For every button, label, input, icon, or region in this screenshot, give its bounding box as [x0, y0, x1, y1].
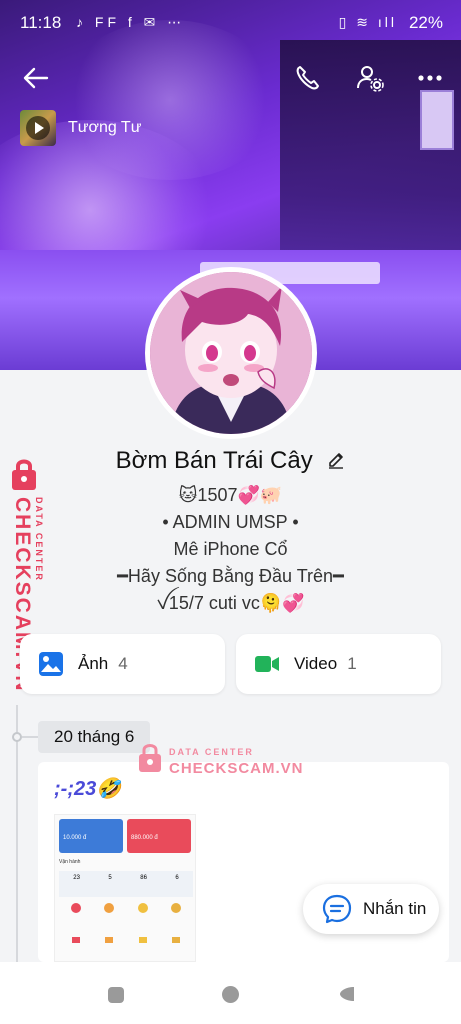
- music-title: Tương Tư: [68, 119, 142, 136]
- profile-name: Bờm Bán Trái Cây: [115, 447, 313, 474]
- profile-bio: 🐱1507💞🐖 • ADMIN UMSP • Mê iPhone Cổ ━Hãy…: [0, 482, 461, 617]
- post-image-stat: 86: [140, 875, 147, 881]
- cover-sign: [420, 90, 454, 150]
- profile-screen: 11:18 ♪ FF f ✉ ⋯ ▯ ≋ ıll 22% Tương Tư Bờ…: [0, 0, 461, 1024]
- post-image-shortcuts: [59, 903, 193, 913]
- status-bar: 11:18 ♪ FF f ✉ ⋯ ▯ ≋ ıll 22%: [0, 0, 461, 46]
- timeline-connector: [22, 736, 38, 738]
- photo-icon: [38, 651, 64, 677]
- notification-icons: ♪ FF f ✉ ⋯: [76, 14, 186, 30]
- message-button-label: Nhắn tin: [363, 899, 427, 918]
- battery-level: 22%: [408, 13, 443, 32]
- shortcut-icon: [71, 937, 80, 943]
- video-icon: [254, 651, 280, 677]
- avatar[interactable]: [145, 267, 317, 439]
- post-image-stat: 23: [73, 875, 80, 881]
- videos-label: Video: [294, 654, 338, 673]
- bio-line: ꪜ15/7 cuti vc🫠💞: [156, 593, 305, 613]
- profile-music[interactable]: Tương Tư: [20, 110, 141, 146]
- shortcut-icon: [172, 937, 181, 943]
- shortcut-icon: [138, 937, 147, 943]
- watermark-tag: DATA CENTER: [169, 747, 254, 757]
- bio-line: • ADMIN UMSP •: [162, 512, 299, 532]
- post-image-stat: 5: [108, 875, 112, 881]
- post-image-revenue-card: 880.000 đ: [127, 819, 191, 853]
- post-image[interactable]: 10.000 đ 880.000 đ Vận hành 23 5 86 6: [54, 814, 196, 962]
- timeline-line: [16, 705, 18, 965]
- nav-back-icon[interactable]: [338, 985, 356, 1003]
- shortcut-icon: [171, 903, 182, 913]
- lock-icon: [138, 742, 162, 774]
- back-arrow-icon[interactable]: [20, 62, 52, 94]
- shortcut-icon: [104, 903, 115, 913]
- shortcut-icon: [105, 937, 114, 943]
- lock-icon: [6, 457, 50, 491]
- profile-name-row: Bờm Bán Trái Cây: [0, 447, 461, 475]
- bio-line: 🐱1507💞🐖: [178, 485, 283, 505]
- watermark-center: DATA CENTER CHECKSCAM.VN: [138, 740, 303, 780]
- music-thumbnail: [20, 110, 56, 146]
- phone-icon[interactable]: [292, 62, 324, 94]
- shortcut-icon: [137, 903, 148, 913]
- photos-card[interactable]: Ảnh 4: [20, 634, 225, 694]
- timeline-dot: [12, 732, 22, 742]
- bio-line: Mê iPhone Cổ: [173, 539, 288, 559]
- photos-label: Ảnh: [78, 654, 109, 673]
- watermark-brand: CHECKSCAM.VN: [169, 760, 304, 777]
- post-image-stats: 23 5 86 6: [59, 871, 193, 897]
- status-time: 11:18: [20, 13, 62, 32]
- signal-icons: ▯ ≋ ıll: [338, 14, 397, 30]
- videos-card[interactable]: Video 1: [236, 634, 441, 694]
- message-button[interactable]: Nhắn tin: [303, 884, 439, 934]
- more-icon[interactable]: [414, 62, 446, 94]
- watermark-tag: DATA CENTER: [34, 497, 44, 582]
- shortcut-icon: [70, 903, 81, 913]
- photos-count: 4: [118, 654, 128, 673]
- avatar-image: [150, 272, 312, 434]
- post-image-section-title: Vận hành: [59, 859, 81, 865]
- videos-count: 1: [347, 654, 357, 673]
- edit-pencil-icon[interactable]: [327, 448, 345, 469]
- play-icon: [26, 116, 50, 140]
- post-caption: ;-;23🤣: [54, 778, 122, 800]
- recent-apps-icon[interactable]: [108, 987, 124, 1003]
- timeline-date: 20 tháng 6: [38, 721, 151, 753]
- post-image-balance-card: 10.000 đ: [59, 819, 123, 853]
- post-image-stat: 6: [175, 875, 179, 881]
- chat-bubble-icon: [321, 893, 353, 925]
- bio-line: ━Hãy Sống Bằng Đầu Trên━: [117, 566, 344, 586]
- post-image-shortcuts-row2: [59, 937, 193, 943]
- user-settings-icon[interactable]: [354, 62, 386, 94]
- watermark-side: CHECKSCAM.VN DATA CENTER: [4, 455, 56, 693]
- home-icon[interactable]: [222, 986, 239, 1003]
